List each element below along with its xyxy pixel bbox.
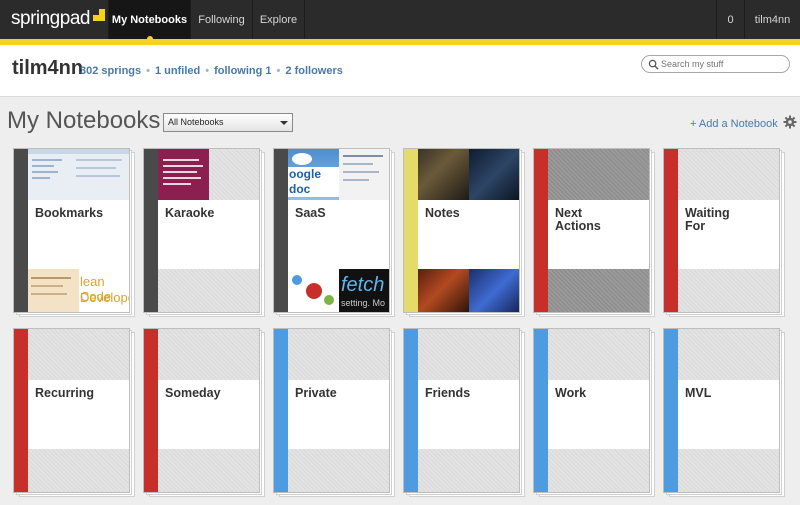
notebook-spine: [274, 329, 288, 492]
cover-pattern: [678, 449, 779, 492]
notebook-cover: MVL: [663, 328, 780, 493]
thumbnail-text: oogle doc: [288, 167, 339, 197]
notebook-cover: oogle doc SaaS fetch setting. Mo: [273, 148, 390, 313]
notebook-card[interactable]: Karaoke: [143, 148, 265, 317]
notebook-spine: [664, 329, 678, 492]
notebook-card[interactable]: Someday: [143, 328, 265, 497]
notebook-card[interactable]: Bookmarks lean Code Developer: [13, 148, 135, 317]
notebook-spine: [274, 149, 288, 312]
cover-pattern: [548, 269, 649, 312]
thumbnail-image: fetch setting. Mo: [339, 269, 389, 312]
notebook-cover: Next Actions: [533, 148, 650, 313]
thumbnail-image: [288, 269, 339, 312]
cover-pattern: [28, 449, 129, 492]
thumbnail-image: [418, 269, 469, 312]
thumbnail-image: [158, 149, 209, 200]
notebook-spine: [404, 149, 418, 312]
notebook-card[interactable]: Friends: [403, 328, 525, 497]
app-icon: [292, 275, 302, 285]
notebook-spine: [14, 149, 28, 312]
notebook-cover: Someday: [143, 328, 260, 493]
cover-pattern: [418, 449, 519, 492]
notebook-card[interactable]: Next Actions: [533, 148, 655, 317]
cover-pattern: [418, 329, 519, 380]
notebook-label: Friends: [425, 386, 471, 400]
notebook-card[interactable]: Notes: [403, 148, 525, 317]
notebook-spine: [144, 149, 158, 312]
notebook-label: Next Actions: [555, 206, 601, 233]
notebook-label: Karaoke: [165, 206, 215, 220]
thumbnail-text: setting. Mo: [341, 298, 386, 308]
notebook-label: Recurring: [35, 386, 95, 400]
notebook-card[interactable]: Work: [533, 328, 655, 497]
cover-pattern: [548, 449, 649, 492]
thumbnail-image: lean Code Developer: [79, 269, 129, 312]
thumbnail-text: fetch: [341, 274, 385, 296]
cover-pattern: [288, 449, 389, 492]
cover-pattern: [548, 149, 649, 200]
cover-pattern: [158, 269, 259, 312]
notebook-label: SaaS: [295, 206, 326, 220]
cover-pattern: [28, 329, 129, 380]
notebook-spine: [144, 329, 158, 492]
thumbnail-text: Developer: [80, 290, 129, 305]
app-icon: [324, 295, 334, 305]
notebook-label: Bookmarks: [35, 206, 104, 220]
notebook-cover: Work: [533, 328, 650, 493]
notebook-cover: Waiting For: [663, 148, 780, 313]
notebook-spine: [664, 149, 678, 312]
notebook-spine: [534, 329, 548, 492]
notebook-label: Work: [555, 386, 587, 400]
app-icon: [306, 283, 322, 299]
thumbnail-image: [28, 149, 129, 200]
notebook-card[interactable]: Recurring: [13, 328, 135, 497]
thumbnail-image: [418, 149, 469, 200]
notebook-label: Private: [295, 386, 337, 400]
thumbnail-image: [469, 269, 519, 312]
cover-pattern: [678, 269, 779, 312]
cover-pattern: [678, 329, 779, 380]
notebook-label: Someday: [165, 386, 221, 400]
cover-pattern: [158, 329, 259, 380]
notebook-cover: Karaoke: [143, 148, 260, 313]
notebook-cover: Private: [273, 328, 390, 493]
notebook-label: Notes: [425, 206, 460, 220]
notebook-spine: [534, 149, 548, 312]
notebook-spine: [14, 329, 28, 492]
notebook-cover: Friends: [403, 328, 520, 493]
notebook-cover: Bookmarks lean Code Developer: [13, 148, 130, 313]
notebook-card[interactable]: MVL: [663, 328, 785, 497]
notebook-spine: [404, 329, 418, 492]
notebook-cover: Notes: [403, 148, 520, 313]
cover-pattern: [158, 449, 259, 492]
thumbnail-image: oogle doc: [288, 149, 339, 200]
thumbnail-image: [339, 149, 389, 200]
cover-pattern: [678, 149, 779, 200]
cover-pattern: [288, 329, 389, 380]
thumbnail-image: [469, 149, 519, 200]
notebook-card[interactable]: Waiting For: [663, 148, 785, 317]
notebook-cover: Recurring: [13, 328, 130, 493]
notebook-grid: Bookmarks lean Code Developer: [0, 0, 800, 505]
cover-pattern: [548, 329, 649, 380]
notebook-label: MVL: [685, 386, 712, 400]
notebook-card[interactable]: Private: [273, 328, 395, 497]
thumbnail-image: [28, 269, 79, 312]
notebook-card[interactable]: oogle doc SaaS fetch setting. Mo: [273, 148, 395, 317]
notebook-label: Waiting For: [685, 206, 730, 233]
